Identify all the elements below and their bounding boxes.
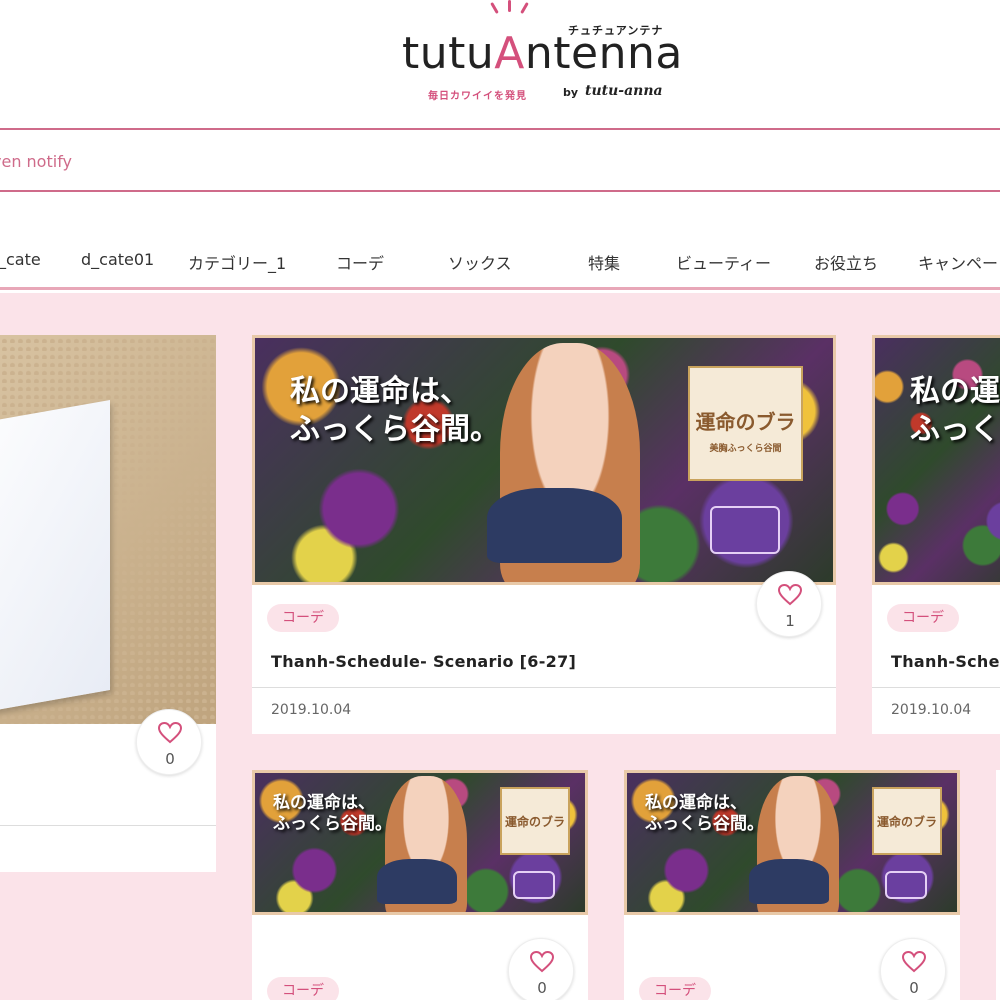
product-logo: 運命のブラ (500, 787, 570, 855)
like-count: 1 (785, 612, 795, 630)
article-card[interactable]: 私の運命は、 ふっくら谷間。 運命のブラ コーデ 0 (252, 770, 588, 1000)
nav-item-socks[interactable]: ソックス (448, 250, 512, 274)
article-image[interactable]: 私の運命は、 ふっくら谷間。 (872, 335, 1000, 585)
product-label: 運命のブラ (695, 410, 796, 434)
article-image[interactable]: 私の運命は、 ふっくら谷間。 運命のブラ (624, 770, 960, 915)
logo-brand: tutu-anna (585, 83, 663, 99)
nav-item-beauty[interactable]: ビューティー (676, 250, 771, 274)
nav-item-useful[interactable]: お役立ち (814, 250, 878, 274)
notify-bar[interactable]: ven notify (0, 128, 1000, 192)
card-divider (872, 687, 1000, 688)
logo-by: by (563, 86, 579, 99)
banner-headline: 私の運命は、 ふっくら谷間。 (273, 793, 392, 836)
badge-shape (513, 871, 555, 899)
article-date: 2019.10.04 (891, 702, 972, 718)
like-count: 0 (537, 979, 547, 997)
headline-line-2: ふっくら谷間。 (910, 411, 1000, 447)
gift-box-shape (0, 400, 110, 720)
gift-photo (0, 335, 216, 724)
article-card[interactable]: 私の運命は、 ふっくら谷間。 コーデ Thanh-Schedu 2019.10.… (872, 335, 1000, 734)
like-button[interactable]: 0 (508, 938, 574, 1000)
article-card[interactable] (996, 770, 1000, 1000)
category-nav: _cate d_cate01 カテゴリー_1 コーデ ソックス 特集 ビューティ… (0, 192, 1000, 290)
bra-shape (377, 859, 457, 904)
nav-item-feature[interactable]: 特集 (588, 250, 620, 274)
nav-item-category-1[interactable]: カテゴリー_1 (188, 250, 286, 274)
badge-shape (710, 506, 780, 554)
heart-icon (902, 951, 926, 973)
site-logo[interactable]: tutuAntenna チュチュアンテナ 毎日カワイイを発見 by tutu-a… (400, 0, 700, 110)
headline-line-1: 私の運命は、 (645, 793, 747, 813)
heart-icon (530, 951, 554, 973)
card-divider (0, 825, 216, 826)
product-logo: 運命のブラ (872, 787, 942, 855)
banner-image: 私の運命は、 ふっくら谷間。 運命のブラ (624, 770, 960, 915)
like-button[interactable]: 1 (756, 571, 822, 637)
bra-shape (487, 488, 622, 563)
headline-line-1: 私の運命は、 (290, 374, 470, 409)
article-title[interactable]: Thanh-Schedu (891, 652, 1000, 671)
category-tag[interactable]: コーデ (639, 977, 711, 1000)
nav-item-coordinate[interactable]: コーデ (336, 250, 384, 274)
bra-shape (749, 859, 829, 904)
article-card[interactable]: 0 (0, 335, 216, 872)
banner-headline: 私の運命は、 ふっくら谷間。 (290, 373, 500, 448)
banner-image: 私の運命は、 ふっくら谷間。 運命のブラ 美胸ふっくら谷間 (252, 335, 836, 585)
headline-line-1: 私の運命は、 (273, 793, 375, 813)
nav-item-campaign[interactable]: キャンペー (918, 250, 998, 274)
article-card[interactable]: 私の運命は、 ふっくら谷間。 運命のブラ コーデ 0 (624, 770, 960, 1000)
logo-spark-icon (490, 2, 499, 14)
article-card[interactable]: 私の運命は、 ふっくら谷間。 運命のブラ 美胸ふっくら谷間 コーデ 1 Than… (252, 335, 836, 734)
logo-prefix: tutu (402, 28, 495, 79)
product-logo: 運命のブラ 美胸ふっくら谷間 (688, 366, 803, 481)
logo-spark-icon (508, 0, 511, 12)
article-grid: 0 私の運命は、 ふっくら谷間。 運命のブラ 美胸ふっくら谷間 コーデ 1 Th… (0, 293, 1000, 1000)
site-header: tutuAntenna チュチュアンテナ 毎日カワイイを発見 by tutu-a… (0, 0, 1000, 128)
logo-spark-icon (520, 2, 529, 14)
banner-image: 私の運命は、 ふっくら谷間。 運命のブラ (252, 770, 588, 915)
product-sub: 美胸ふっくら谷間 (709, 444, 782, 454)
banner-image: 私の運命は、 ふっくら谷間。 (872, 335, 1000, 585)
article-title[interactable]: Thanh-Schedule- Scenario [6-27] (271, 652, 576, 671)
headline-line-2: ふっくら谷間。 (645, 814, 764, 835)
headline-line-2: ふっくら谷間。 (290, 411, 500, 447)
like-count: 0 (909, 979, 919, 997)
category-tag[interactable]: コーデ (267, 604, 339, 632)
headline-line-2: ふっくら谷間。 (273, 814, 392, 835)
nav-item-d-cate01[interactable]: d_cate01 (81, 250, 154, 269)
heart-icon (778, 584, 802, 606)
category-tag[interactable]: コーデ (267, 977, 339, 1000)
product-label: 運命のブラ (876, 815, 937, 829)
category-tag[interactable]: コーデ (887, 604, 959, 632)
article-date: 2019.10.04 (271, 702, 352, 718)
article-image[interactable]: 私の運命は、 ふっくら谷間。 運命のブラ (252, 770, 588, 915)
article-image[interactable]: 私の運命は、 ふっくら谷間。 運命のブラ 美胸ふっくら谷間 (252, 335, 836, 585)
heart-icon (158, 722, 182, 744)
card-divider (252, 687, 836, 688)
headline-line-1: 私の運命は、 (910, 374, 1000, 409)
logo-tagline: 毎日カワイイを発見 (428, 91, 527, 102)
banner-headline: 私の運命は、 ふっくら谷間。 (910, 373, 1000, 448)
article-image[interactable] (0, 335, 216, 724)
nav-item-cate[interactable]: _cate (0, 250, 41, 269)
product-label: 運命のブラ (504, 815, 565, 829)
like-button[interactable]: 0 (880, 938, 946, 1000)
logo-a: A (494, 28, 525, 79)
notify-text: ven notify (0, 152, 73, 171)
banner-headline: 私の運命は、 ふっくら谷間。 (645, 793, 764, 836)
logo-kana: チュチュアンテナ (568, 24, 664, 37)
like-button[interactable]: 0 (136, 709, 202, 775)
badge-shape (885, 871, 927, 899)
like-count: 0 (165, 750, 175, 768)
